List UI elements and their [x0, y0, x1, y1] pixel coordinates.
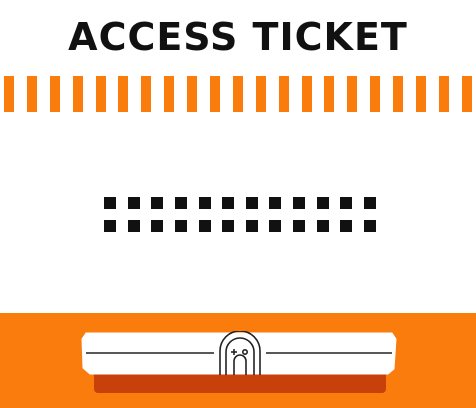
- perforation-stripe: [301, 76, 312, 112]
- code-block: [245, 220, 258, 232]
- emblem-svg: [81, 331, 397, 375]
- ticket-title: ACCESS TICKET: [68, 15, 408, 59]
- code-block: [340, 197, 353, 209]
- code-block: [198, 197, 211, 209]
- perforation-stripe: [4, 76, 14, 112]
- code-block: [340, 220, 353, 232]
- code-block: [104, 220, 116, 232]
- ticket-footer: [0, 313, 476, 408]
- perforation-stripe: [187, 76, 198, 112]
- code-block: [127, 220, 140, 232]
- perforation-stripe: [278, 76, 289, 112]
- code-block: [174, 220, 187, 232]
- perforation-stripe: [461, 76, 472, 112]
- code-block: [127, 197, 140, 209]
- code-block: [293, 197, 305, 209]
- code-block: [316, 197, 329, 209]
- perforation-stripe: [26, 76, 37, 112]
- perforation-stripe: [118, 76, 129, 112]
- perforation-stripe: [324, 76, 335, 112]
- perforation-stripe: [164, 76, 175, 112]
- perforation-stripe: [370, 76, 381, 112]
- access-code-row-2: [104, 220, 376, 232]
- code-block: [222, 220, 235, 232]
- perforation-stripe: [141, 76, 152, 112]
- perforation-stripe: [72, 76, 83, 112]
- code-block: [293, 220, 305, 232]
- access-ticket: ACCESS TICKET: [0, 0, 476, 408]
- code-block: [363, 197, 376, 209]
- perforation-stripe: [416, 76, 427, 112]
- code-block: [151, 197, 164, 209]
- code-block: [363, 220, 376, 232]
- perforation-stripe: [232, 76, 243, 112]
- code-block: [151, 220, 164, 232]
- emblem-strip: [80, 331, 398, 393]
- perforation-stripe: [347, 76, 358, 112]
- perforation-stripe: [49, 76, 60, 112]
- code-block: [198, 220, 211, 232]
- code-block: [222, 197, 235, 209]
- perforation-stripe: [95, 76, 106, 112]
- code-block: [245, 197, 258, 209]
- access-code-row-1: [104, 197, 376, 209]
- perforation-stripe: [255, 76, 266, 112]
- code-block: [269, 220, 282, 232]
- perforation-stripe: [210, 76, 221, 112]
- code-block: [104, 197, 116, 209]
- code-block: [269, 197, 282, 209]
- perforation-stripe: [393, 76, 404, 112]
- code-block: [316, 220, 329, 232]
- code-block: [174, 197, 187, 209]
- perforation-stripe-band: [0, 76, 476, 112]
- emblem-strip-face: [80, 331, 398, 375]
- perforation-stripe: [438, 76, 449, 112]
